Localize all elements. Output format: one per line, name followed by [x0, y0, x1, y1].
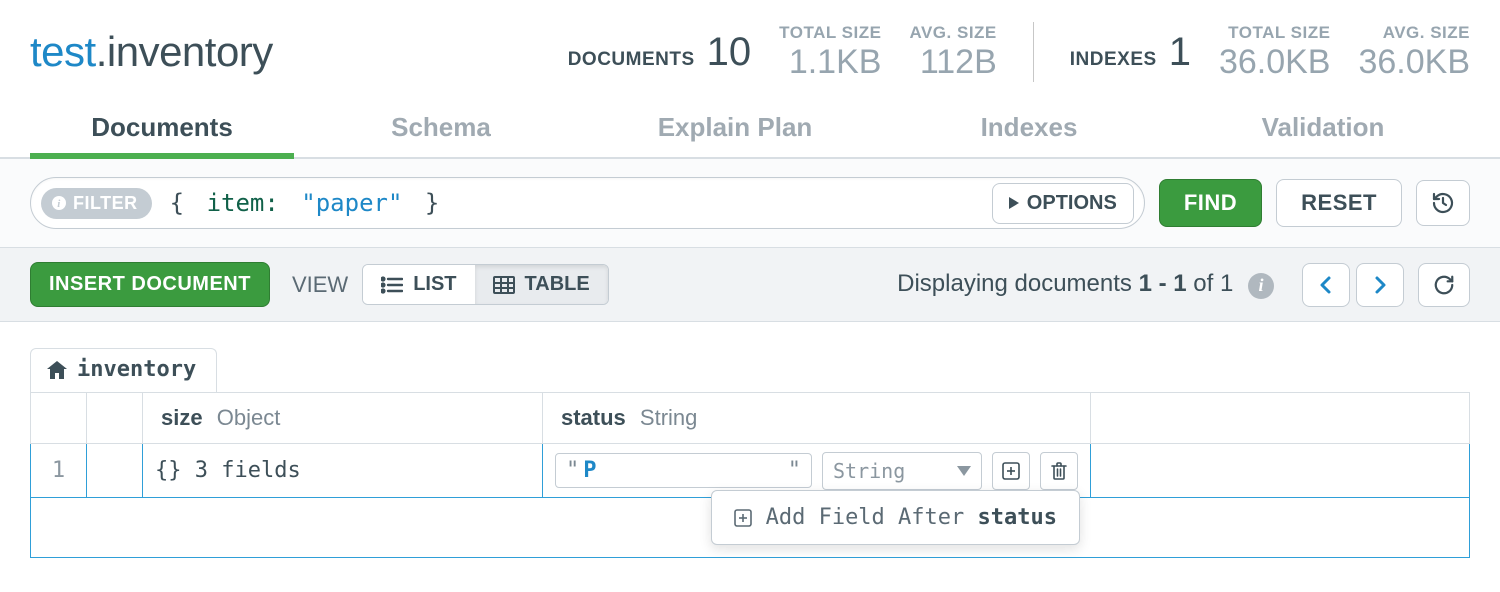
collection-tabs: Documents Schema Explain Plan Indexes Va… — [0, 100, 1500, 159]
stat-documents-label: DOCUMENTS — [568, 49, 695, 71]
namespace-db: test — [30, 28, 96, 76]
next-page-button[interactable] — [1356, 263, 1404, 307]
add-field-button[interactable] — [992, 452, 1030, 490]
view-table-button[interactable]: TABLE — [475, 265, 608, 304]
filter-bar: i FILTER { item: "paper" } OPTIONS FIND … — [0, 159, 1500, 248]
pager — [1302, 263, 1404, 307]
stat-idx-total-size: TOTAL SIZE 36.0KB — [1219, 23, 1331, 82]
table-row[interactable]: 1 {} 3 fields " P " String — [31, 444, 1470, 498]
collection-header: test.inventory DOCUMENTS 10 TOTAL SIZE 1… — [0, 0, 1500, 82]
status-type-select[interactable]: String — [822, 452, 982, 490]
stat-documents: DOCUMENTS 10 — [568, 32, 751, 72]
table-area: inventory size Object status String — [0, 322, 1500, 558]
plus-box-icon — [1002, 462, 1020, 480]
tab-validation[interactable]: Validation — [1176, 100, 1470, 157]
info-icon: i — [51, 195, 67, 211]
namespace-dot: . — [96, 28, 107, 76]
table-icon — [493, 276, 515, 294]
row-number: 1 — [31, 444, 87, 498]
trash-icon — [1051, 462, 1067, 480]
list-icon — [381, 276, 403, 294]
displaying-text: Displaying documents 1 - 1 of 1 i — [897, 270, 1274, 299]
reset-button[interactable]: RESET — [1276, 179, 1402, 227]
col-size-header[interactable]: size Object — [143, 393, 543, 444]
insert-document-button[interactable]: INSERT DOCUMENT — [30, 262, 270, 307]
history-icon — [1431, 191, 1455, 215]
chevron-left-icon — [1317, 274, 1335, 296]
tab-documents[interactable]: Documents — [30, 100, 294, 157]
stat-indexes-value: 1 — [1169, 32, 1191, 72]
filter-input[interactable]: i FILTER { item: "paper" } OPTIONS — [30, 177, 1145, 229]
add-field-popover[interactable]: Add Field After status — [711, 490, 1080, 545]
view-toggle: LIST TABLE — [362, 264, 609, 305]
stat-indexes-label: INDEXES — [1070, 49, 1157, 71]
row-expand-cell[interactable] — [87, 444, 143, 498]
filter-query[interactable]: { item: "paper" } — [170, 189, 992, 217]
col-status-header[interactable]: status String — [543, 393, 1091, 444]
refresh-button[interactable] — [1418, 263, 1470, 307]
caret-down-icon — [957, 466, 971, 476]
caret-right-icon — [1009, 197, 1019, 209]
prev-page-button[interactable] — [1302, 263, 1350, 307]
tab-schema[interactable]: Schema — [294, 100, 588, 157]
svg-text:i: i — [57, 198, 61, 210]
namespace-collection: inventory — [107, 28, 273, 76]
view-label: VIEW — [292, 272, 348, 298]
breadcrumb-tab[interactable]: inventory — [30, 348, 217, 392]
info-icon[interactable]: i — [1248, 273, 1274, 299]
stat-divider — [1033, 22, 1034, 82]
collection-stats: DOCUMENTS 10 TOTAL SIZE 1.1KB AVG. SIZE … — [568, 22, 1470, 82]
namespace: test.inventory — [30, 28, 273, 76]
status-value-input[interactable]: " P " — [555, 453, 812, 488]
documents-toolbar: INSERT DOCUMENT VIEW LIST TABLE Displayi… — [0, 248, 1500, 322]
tab-indexes[interactable]: Indexes — [882, 100, 1176, 157]
col-expand-header — [87, 393, 143, 444]
plus-box-icon — [734, 509, 752, 527]
find-button[interactable]: FIND — [1159, 179, 1262, 227]
col-rest-header — [1091, 393, 1470, 444]
cell-size[interactable]: {} 3 fields — [143, 444, 543, 498]
stat-idx-avg-size: AVG. SIZE 36.0KB — [1358, 23, 1470, 82]
chevron-right-icon — [1371, 274, 1389, 296]
refresh-icon — [1433, 274, 1455, 296]
stat-doc-total-size: TOTAL SIZE 1.1KB — [779, 23, 881, 82]
stat-indexes: INDEXES 1 — [1070, 32, 1191, 72]
cell-status[interactable]: " P " String — [543, 444, 1091, 498]
col-rownum-header — [31, 393, 87, 444]
tab-explain-plan[interactable]: Explain Plan — [588, 100, 882, 157]
delete-field-button[interactable] — [1040, 452, 1078, 490]
home-icon — [47, 361, 67, 379]
history-button[interactable] — [1416, 180, 1470, 226]
view-list-button[interactable]: LIST — [363, 265, 474, 304]
options-button[interactable]: OPTIONS — [992, 183, 1134, 224]
stat-documents-value: 10 — [707, 32, 752, 72]
filter-pill: i FILTER — [41, 188, 152, 219]
stat-doc-avg-size: AVG. SIZE 112B — [909, 23, 996, 82]
results-table: size Object status String 1 {} 3 fields — [30, 392, 1470, 558]
cell-rest — [1091, 444, 1470, 498]
